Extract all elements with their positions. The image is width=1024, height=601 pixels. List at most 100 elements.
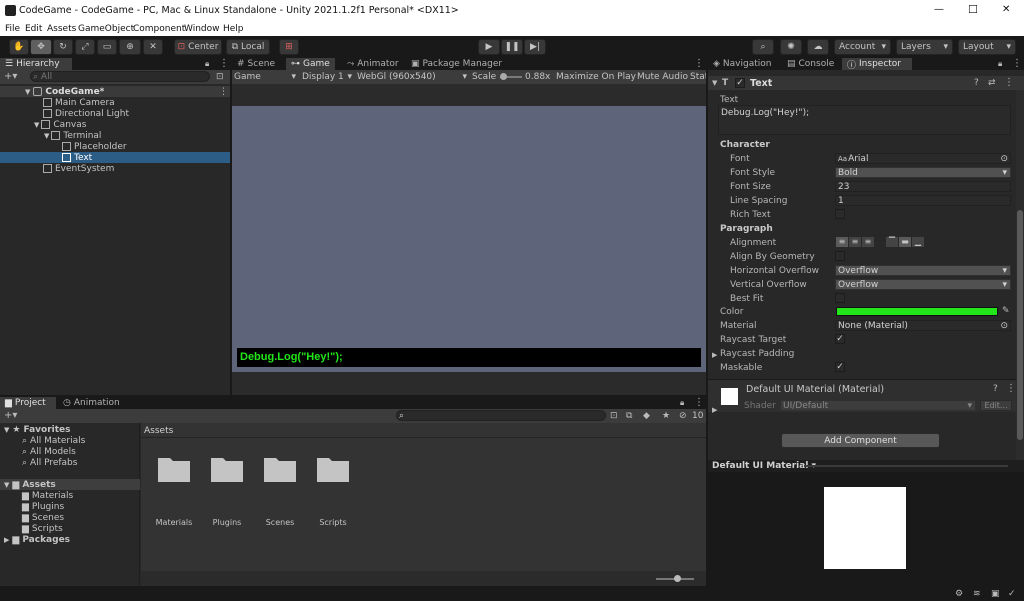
scene-menu-icon[interactable]: ⋮ [219, 87, 228, 97]
layers-dropdown[interactable]: Layers ▾ [896, 39, 953, 55]
hierarchy-item-main-camera[interactable]: Main Camera [0, 97, 230, 108]
font-style-dropdown[interactable]: Bold ▾ [835, 167, 1011, 178]
object-picker-icon[interactable]: ⊙ [1000, 154, 1008, 163]
account-dropdown[interactable]: Account ▾ [834, 39, 891, 55]
expand-arrow-icon[interactable]: ▶ [712, 350, 717, 360]
tree-asset-scenes[interactable]: ▆ Scenes [0, 512, 140, 523]
lock-icon[interactable]: 🔒︎ [998, 59, 1002, 69]
preview-dropdown[interactable]: Default UI Material ▾ [712, 461, 816, 471]
check-status-icon[interactable]: ✓ [1008, 589, 1016, 599]
tree-fav-all-models[interactable]: ⌕ All Models [0, 446, 140, 457]
cloud-icon[interactable]: ☁ [807, 39, 829, 55]
horizontal-overflow-dropdown[interactable]: Overflow ▾ [835, 265, 1011, 276]
tab-game[interactable]: ⊶ Game [286, 58, 335, 70]
folder-scripts-icon[interactable] [316, 453, 350, 483]
hierarchy-item-directional-light[interactable]: Directional Light [0, 108, 230, 119]
shader-edit-button[interactable]: Edit... [980, 400, 1012, 411]
color-swatch[interactable] [836, 307, 998, 316]
raycast-padding-label[interactable]: Raycast Padding [720, 349, 794, 359]
display-dropdown[interactable]: Display 1 ▾ [302, 72, 352, 82]
add-icon[interactable]: +▾ [4, 72, 17, 82]
add-icon[interactable]: +▾ [4, 411, 17, 421]
package-status-icon[interactable]: ▣ [991, 589, 1000, 599]
help-icon[interactable]: ? [974, 78, 979, 88]
add-component-button[interactable]: Add Component [781, 433, 940, 448]
tree-fav-all-materials[interactable]: ⌕ All Materials [0, 435, 140, 446]
pivot-local-button[interactable]: ⧉ Local [226, 39, 270, 55]
menu-gameobject[interactable]: GameObject [78, 24, 134, 34]
rect-tool-icon[interactable]: ▭ [97, 39, 117, 55]
hierarchy-item-eventsystem[interactable]: EventSystem [0, 163, 230, 174]
move-tool-icon[interactable]: ✥ [30, 39, 52, 55]
tab-navigation[interactable]: ◈ Navigation [708, 58, 776, 70]
game-mode-dropdown[interactable]: Game ▾ [234, 72, 296, 82]
kebab-menu-icon[interactable]: ⋮ [1004, 78, 1014, 88]
component-enabled-checkbox[interactable]: ✓ [735, 78, 745, 88]
tab-project[interactable]: ▆ Project [0, 397, 56, 409]
text-area[interactable]: Debug.Log("Hey!"); [718, 105, 1011, 135]
menu-edit[interactable]: Edit [25, 24, 42, 34]
font-field[interactable]: Aa Arial ⊙ [835, 153, 1011, 164]
object-picker-icon[interactable]: ⊙ [1000, 321, 1008, 330]
expand-arrow-icon[interactable]: ▼ [712, 78, 717, 88]
tab-animation[interactable]: ◷ Animation [58, 397, 125, 409]
tab-animator[interactable]: ⤳ Animator [342, 58, 404, 70]
grid-snap-icon[interactable]: ⊞ [279, 39, 299, 55]
rich-text-checkbox[interactable] [835, 209, 845, 219]
close-button[interactable]: ✕ [1002, 4, 1010, 15]
scale-slider-thumb[interactable] [500, 73, 507, 80]
align-middle-button[interactable]: ▬ [899, 237, 911, 247]
pivot-center-button[interactable]: ⊡ Center [174, 39, 222, 55]
hierarchy-item-terminal[interactable]: ▼ Terminal [0, 130, 230, 141]
align-center-button[interactable]: ≡ [849, 237, 861, 247]
tab-console[interactable]: ▤ Console [782, 58, 839, 70]
search-icon[interactable]: ⌕ [752, 39, 774, 55]
tree-favorites[interactable]: ▼ ★ Favorites [0, 424, 140, 435]
align-bottom-button[interactable]: ▁ [912, 237, 924, 247]
hierarchy-item-text[interactable]: Text [0, 152, 230, 163]
kebab-menu-icon[interactable]: ⋮ [694, 59, 704, 69]
tag-icon[interactable]: ◆ [643, 411, 650, 421]
tab-inspector[interactable]: ⓘ Inspector [842, 58, 912, 71]
stats-toggle[interactable]: Stat [690, 72, 706, 82]
font-size-input[interactable]: 23 [835, 181, 1011, 192]
expand-arrow-icon[interactable]: ▶ [712, 405, 717, 415]
hierarchy-search-input[interactable]: ⌕ All [30, 71, 210, 82]
scrollbar-thumb[interactable] [1017, 210, 1023, 440]
star-icon[interactable]: ★ [662, 411, 670, 421]
eyedropper-icon[interactable]: ✎ [1002, 306, 1010, 316]
tree-asset-materials[interactable]: ▆ Materials [0, 490, 140, 501]
menu-file[interactable]: File [5, 24, 20, 34]
zoom-slider-thumb[interactable] [674, 575, 681, 582]
menu-assets[interactable]: Assets [47, 24, 76, 34]
project-search-input[interactable]: ⌕ [396, 410, 606, 421]
material-field[interactable]: None (Material) ⊙ [835, 320, 1011, 331]
shader-dropdown[interactable]: UI/Default ▾ [780, 400, 976, 411]
tree-fav-all-prefabs[interactable]: ⌕ All Prefabs [0, 457, 140, 468]
maximize-on-play-toggle[interactable]: Maximize On Play [556, 72, 636, 82]
tab-scene[interactable]: # Scene [232, 58, 280, 70]
maximize-button[interactable]: ☐ [968, 3, 978, 16]
custom-tool-icon[interactable]: ✕ [143, 39, 163, 55]
transform-tool-icon[interactable]: ⊕ [119, 39, 141, 55]
hierarchy-item-canvas[interactable]: ▼ Canvas [0, 119, 230, 130]
scale-tool-icon[interactable]: ⤢ [75, 39, 95, 55]
bug-icon[interactable]: ⚙ [955, 589, 963, 599]
kebab-menu-icon[interactable]: ⋮ [1006, 384, 1016, 394]
kebab-menu-icon[interactable]: ⋮ [219, 59, 229, 69]
tree-asset-plugins[interactable]: ▆ Plugins [0, 501, 140, 512]
minimize-button[interactable]: — [934, 4, 944, 15]
step-button[interactable]: ▶| [524, 39, 546, 55]
kebab-menu-icon[interactable]: ⋮ [694, 398, 704, 408]
label-filter-icon[interactable]: ⧉ [626, 411, 632, 421]
layers-status-icon[interactable]: ≋ [973, 589, 981, 599]
folder-plugins-icon[interactable] [210, 453, 244, 483]
hidden-packages-icon[interactable]: ⊘ [679, 411, 687, 421]
menu-help[interactable]: Help [223, 24, 244, 34]
game-viewport[interactable]: Debug.Log("Hey!"); [232, 106, 706, 372]
tree-asset-scripts[interactable]: ▆ Scripts [0, 523, 140, 534]
pause-button[interactable]: ❚❚ [501, 39, 523, 55]
hierarchy-scene-row[interactable]: ▼ CodeGame* ⋮ [0, 86, 230, 97]
kebab-menu-icon[interactable]: ⋮ [1012, 59, 1022, 69]
inspector-scrollbar[interactable] [1016, 90, 1024, 460]
